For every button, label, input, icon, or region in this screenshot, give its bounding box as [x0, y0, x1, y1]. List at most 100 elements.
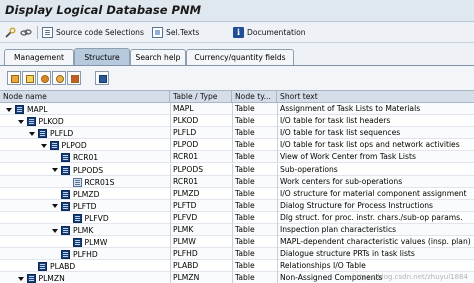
cell-short-text: Work centers for sub-operations [280, 176, 403, 186]
table-row[interactable]: PLKOD PLKOD Table I/O table for task list h… [0, 115, 474, 128]
column-header-node-name[interactable]: Node name [0, 91, 170, 103]
expand-arrow-icon[interactable] [52, 168, 58, 172]
tab-currency-quantity-fields[interactable]: Currency/quantity fields [186, 49, 294, 65]
tab-search-help[interactable]: Search help [130, 49, 186, 65]
node-name: PLMW [84, 238, 108, 248]
cell-table-type: PLMZN [173, 273, 200, 283]
tree-node[interactable]: PLPODS [52, 165, 103, 175]
tree-node[interactable]: PLFTD [52, 201, 97, 211]
expand-arrow-icon[interactable] [29, 131, 35, 136]
sel-texts-label: Sel.Texts [166, 28, 200, 37]
node-name: RCR01S [84, 177, 115, 187]
tree-node[interactable]: PLPOD [40, 141, 87, 151]
tree-toolbar [0, 66, 474, 90]
collapse-node-button[interactable] [37, 71, 51, 85]
documentation-button[interactable]: i Documentation [233, 25, 306, 40]
table-row[interactable]: RCR01 RCR01 Table View of Work Center from … [0, 151, 474, 164]
other-object-button[interactable] [20, 25, 34, 40]
expand-all-button[interactable] [22, 71, 36, 85]
tree-node[interactable]: PLMW [64, 238, 108, 248]
expand-arrow-icon[interactable] [52, 204, 58, 209]
node-name: PLABD [50, 262, 76, 272]
documentation-label: Documentation [247, 28, 306, 37]
cell-node-type: Table [235, 237, 255, 247]
link-chain-icon [20, 27, 32, 38]
tree-node[interactable]: PLMK [52, 226, 93, 235]
tree-node[interactable]: PLKOD [17, 117, 64, 127]
layout-grid-button[interactable] [95, 71, 109, 85]
tree-node[interactable]: PLFHD [52, 250, 98, 260]
table-row[interactable]: PLMZD PLMZD Table I/O structure for materia… [0, 187, 474, 200]
table-node-icon [49, 141, 59, 151]
cell-table-type: MAPL [173, 104, 194, 113]
cell-node-type: Table [235, 188, 255, 198]
sel-texts-button[interactable]: Sel.Texts [152, 25, 199, 40]
tab-structure[interactable]: Structure [74, 48, 130, 65]
table-row[interactable]: PLPOD PLPOD Table I/O table for task list o… [0, 139, 474, 152]
table-node-icon [38, 262, 47, 272]
window-title: Display Logical Database PNM [5, 3, 202, 17]
table-row[interactable]: PLFHD PLFHD Table Dialogue structure PRTs i… [0, 248, 474, 261]
collapse-all-button[interactable] [52, 71, 66, 85]
table-row[interactable]: RCR01S RCR01 Table Work centers for sub-ope… [0, 175, 474, 188]
cell-short-text: Dlg struct. for proc. instr. chars./sub-… [280, 212, 463, 222]
table-node-icon [72, 238, 82, 248]
node-name: PLFTD [73, 201, 97, 211]
cell-table-type: PLABD [173, 261, 199, 271]
table-row[interactable]: PLFVD PLFVD Table Dlg struct. for proc. ins… [0, 211, 474, 224]
tab-management[interactable]: Management [4, 49, 74, 65]
expand-arrow-icon[interactable] [17, 119, 24, 124]
cell-node-type: Table [235, 273, 255, 283]
tree-node[interactable]: RCR01 [52, 153, 98, 163]
column-header-node-type[interactable]: Node ty... [232, 91, 277, 103]
table-row[interactable]: PLFTD PLFTD Table Dialog Structure for Proc… [0, 199, 474, 212]
tab-strip: Management Structure Search help Currenc… [0, 43, 474, 65]
selections-button[interactable]: Selections [105, 25, 144, 40]
expand-arrow-icon[interactable] [52, 228, 58, 233]
table-node-icon [26, 117, 36, 127]
expand-arrow-icon[interactable] [6, 107, 12, 112]
tree-node[interactable]: PLMZN [17, 274, 65, 283]
cell-node-type: Table [235, 249, 255, 259]
table-row[interactable]: PLMK PLMK Table Inspection plan characteris… [0, 224, 474, 237]
find-button[interactable] [67, 71, 81, 85]
tree-node[interactable]: MAPL [6, 105, 48, 114]
table-node-icon [61, 165, 70, 175]
cell-node-type: Table [235, 104, 255, 113]
cell-short-text: Sub-operations [280, 164, 338, 174]
table-row[interactable]: PLFLD PLFLD Table I/O table for task list s… [0, 127, 474, 140]
tree-node[interactable]: PLABD [29, 262, 76, 272]
tools-button[interactable] [5, 25, 19, 40]
node-name: PLPOD [61, 141, 87, 151]
tree-node[interactable]: PLFVD [64, 213, 109, 223]
cell-node-type: Table [235, 152, 255, 162]
table-node-icon [26, 274, 36, 283]
title-bar: Display Logical Database PNM [0, 0, 474, 22]
column-header-short-text[interactable]: Short text [277, 91, 474, 103]
node-name: PLMK [73, 226, 94, 235]
tools-icon [5, 27, 16, 38]
table-row[interactable]: PLPODS PLPODS Table Sub-operations [0, 163, 474, 176]
tree-node[interactable]: RCR01S [64, 177, 115, 187]
table-node-icon [61, 250, 70, 260]
table-row[interactable]: PLABD PLABD Table Relationships I/O Table [0, 260, 474, 273]
source-code-button[interactable]: Source code [42, 25, 103, 40]
expand-arrow-icon[interactable] [17, 276, 24, 281]
tree-node[interactable]: PLFLD [29, 129, 73, 139]
tree-node[interactable]: PLMZD [52, 189, 99, 199]
cell-node-type: Table [235, 225, 255, 234]
cell-node-type: Table [235, 116, 255, 126]
cell-table-type: RCR01 [173, 152, 199, 162]
table-row[interactable]: MAPL MAPL Table Assignment of Task Lists to… [0, 103, 474, 116]
cell-table-type: PLPODS [173, 164, 204, 174]
cell-node-type: Table [235, 176, 255, 186]
table-row[interactable]: PLMW PLMW Table MAPL-dependent characterist… [0, 236, 474, 249]
column-header-table-type[interactable]: Table / Type [170, 91, 232, 103]
cell-short-text: Dialog Structure for Process Instruction… [280, 200, 434, 210]
selections-label: Selections [105, 28, 144, 37]
expand-node-button[interactable] [7, 71, 21, 85]
cell-node-type: Table [235, 164, 255, 174]
expand-arrow-icon[interactable] [40, 143, 47, 148]
cell-table-type: RCR01 [173, 176, 199, 186]
cell-table-type: PLPOD [173, 140, 199, 150]
